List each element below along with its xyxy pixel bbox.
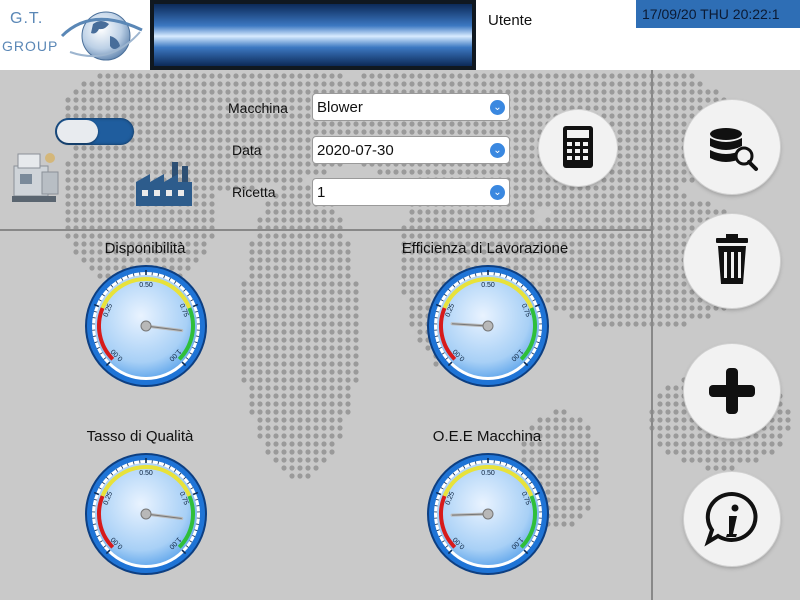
gauge-tick-label: 0.50 [139, 470, 153, 477]
recipe-label: Ricetta [232, 184, 276, 200]
add-button[interactable] [684, 344, 780, 438]
right-panel-divider [651, 70, 653, 600]
company-logo: G.T. GROUP [0, 0, 150, 70]
recipe-value: 1 [317, 184, 326, 201]
date-value: 2020-07-30 [317, 142, 394, 159]
machine-image [12, 153, 59, 202]
date-label: Data [232, 142, 262, 158]
chevron-down-icon: ⌄ [490, 143, 505, 158]
info-button[interactable] [684, 472, 780, 566]
toggle-knob [57, 120, 98, 143]
gauge-tick-label: 0.50 [139, 282, 153, 289]
delete-button[interactable] [684, 214, 780, 308]
datetime-display: 17/09/20 THU 20:22:1 [636, 0, 800, 28]
recipe-select[interactable]: 1 ⌄ [312, 178, 510, 206]
header-bar: G.T. GROUP Utente 17/09/20 THU 20:22:1 [0, 0, 800, 70]
calculator-icon [563, 126, 593, 168]
logo-text: G.T. [10, 10, 44, 27]
gauge-title-oee: O.E.E Macchina [432, 428, 542, 445]
factory-icon [136, 162, 192, 206]
machine-select[interactable]: Blower ⌄ [312, 93, 510, 121]
logo-subtext: GROUP [2, 38, 59, 54]
calculator-button[interactable] [539, 110, 617, 186]
chevron-down-icon: ⌄ [490, 100, 505, 115]
machine-label: Macchina [228, 100, 288, 116]
chevron-down-icon: ⌄ [490, 185, 505, 200]
database-search-icon [710, 128, 758, 171]
gauge-efficiency: 0.000.250.500.751.00 [427, 265, 549, 387]
date-select[interactable]: 2020-07-30 ⌄ [312, 136, 510, 164]
gauge-tick-label: 0.50 [481, 282, 495, 289]
user-label[interactable]: Utente [488, 12, 532, 29]
gauge-tick-label: 0.50 [481, 470, 495, 477]
globe-icon [60, 11, 143, 61]
gauge-title-quality: Tasso di Qualità [86, 428, 194, 445]
gauge-availability: 0.000.250.500.751.00 [85, 265, 207, 387]
info-icon [704, 491, 758, 547]
plus-icon [709, 368, 755, 414]
machine-value: Blower [317, 99, 363, 116]
trash-icon [716, 234, 748, 284]
form-divider [0, 229, 652, 231]
mode-toggle[interactable] [55, 118, 134, 145]
gauge-title-availability: Disponibilità [104, 240, 186, 257]
gauge-quality: 0.000.250.500.751.00 [85, 453, 207, 575]
display-panel [150, 0, 476, 70]
gauge-oee: 0.000.250.500.751.00 [427, 453, 549, 575]
gauge-title-efficiency: Efficienza di Lavorazione [401, 240, 569, 257]
database-search-button[interactable] [684, 100, 780, 194]
